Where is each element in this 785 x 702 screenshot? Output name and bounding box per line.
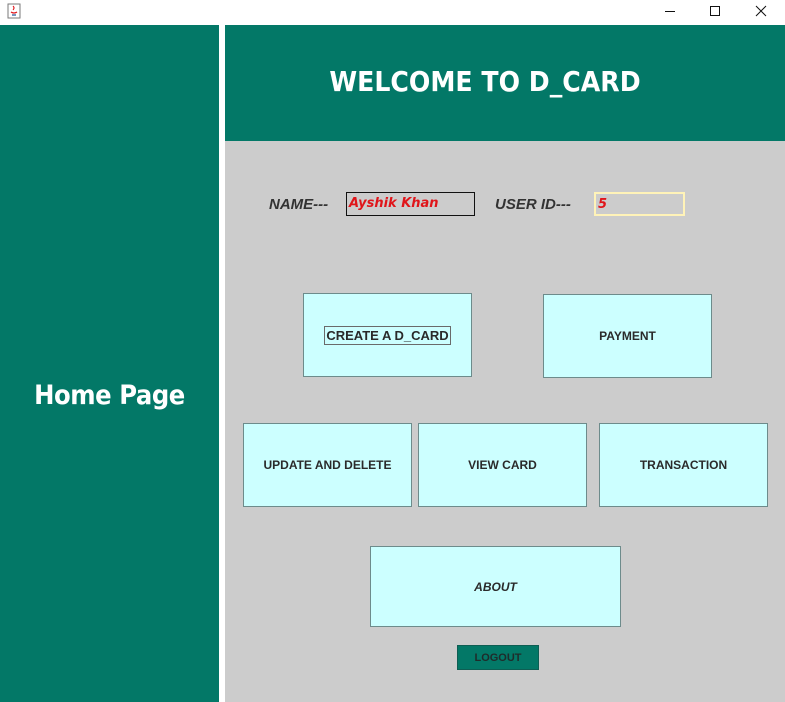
user-id-label: USER ID--- — [495, 196, 571, 213]
maximize-button[interactable] — [692, 0, 738, 22]
close-icon — [755, 5, 767, 17]
create-card-label: CREATE A D_CARD — [324, 325, 451, 345]
header: WELCOME TO D_CARD — [225, 25, 785, 141]
java-app-icon — [7, 3, 21, 19]
name-field[interactable]: Ayshik Khan — [346, 192, 475, 216]
minimize-button[interactable] — [647, 0, 693, 22]
window-title-bar — [0, 0, 785, 24]
user-id-field[interactable]: 5 — [594, 192, 685, 216]
view-card-button[interactable]: VIEW CARD — [418, 423, 587, 507]
about-button[interactable]: ABOUT — [370, 546, 621, 627]
main-panel: WELCOME TO D_CARD NAME--- Ayshik Khan US… — [225, 25, 785, 702]
transaction-button[interactable]: TRANSACTION — [599, 423, 768, 507]
payment-button[interactable]: PAYMENT — [543, 294, 712, 378]
sidebar: Home Page — [0, 25, 219, 702]
maximize-icon — [710, 6, 720, 16]
minimize-icon — [665, 11, 675, 12]
page-title: WELCOME TO D_CARD — [329, 65, 641, 98]
close-button[interactable] — [738, 0, 784, 22]
sidebar-title: Home Page — [34, 380, 185, 411]
name-label: NAME--- — [269, 196, 329, 213]
update-delete-button[interactable]: UPDATE AND DELETE — [243, 423, 412, 507]
logout-button[interactable]: LOGOUT — [457, 645, 539, 670]
create-card-button[interactable]: CREATE A D_CARD — [303, 293, 472, 377]
